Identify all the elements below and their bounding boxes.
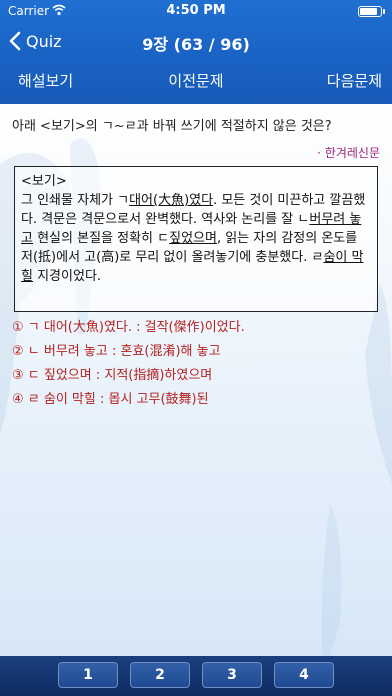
passage-box: <보기> 그 인쇄물 자체가 ㄱ대어(大魚)였다. 모든 것이 미끈하고 깔끔했… (14, 166, 378, 312)
answer-button-4[interactable]: 4 (274, 662, 334, 688)
navigation-bar: Quiz 9장 (63 / 96) (0, 28, 392, 54)
passage-label: <보기> (21, 174, 67, 189)
passage-text-5: 지경이었다. (32, 269, 102, 284)
option-4[interactable]: ④ ㄹ 숨이 막힐 : 몹시 고무(鼓舞)된 (12, 388, 384, 412)
battery-icon (358, 6, 385, 17)
next-question-button[interactable]: 다음문제 (327, 70, 382, 91)
passage-text-1: 그 인쇄물 자체가 ㄱ (21, 193, 130, 208)
answer-button-1[interactable]: 1 (58, 662, 118, 688)
option-2[interactable]: ② ㄴ 버무려 놓고 : 혼효(混淆)해 놓고 (12, 340, 384, 364)
question-text: 아래 <보기>의 ㄱ~ㄹ과 바꿔 쓰기에 적절하지 않은 것은? (12, 119, 332, 134)
answer-button-2[interactable]: 2 (130, 662, 190, 688)
status-bar: Carrier 4:50 PM (0, 0, 392, 22)
question-content: 아래 <보기>의 ㄱ~ㄹ과 바꿔 쓰기에 적절하지 않은 것은? · 한겨레신문… (0, 104, 392, 656)
option-3[interactable]: ③ ㄷ 짚었으며 : 지적(指摘)하였으며 (12, 364, 384, 388)
toolbar: 해설보기 이전문제 다음문제 (0, 68, 392, 96)
question-source: · 한겨레신문 (317, 146, 380, 160)
back-button[interactable]: Quiz (8, 28, 62, 54)
option-1[interactable]: ① ㄱ 대어(大魚)였다. : 걸작(傑作)이었다. (12, 316, 384, 340)
back-label: Quiz (26, 31, 62, 51)
status-time: 4:50 PM (166, 3, 226, 18)
answer-options: ① ㄱ 대어(大魚)였다. : 걸작(傑作)이었다. ② ㄴ 버무려 놓고 : … (12, 316, 384, 412)
chevron-left-icon (9, 31, 21, 51)
passage-text-3: 현실의 본질을 정확히 ㄷ (32, 231, 170, 246)
passage-underline-3: 짚었으며 (169, 231, 217, 246)
passage-underline-1: 대어(大魚)였다 (129, 193, 214, 208)
answer-button-3[interactable]: 3 (202, 662, 262, 688)
top-bar: Carrier 4:50 PM Quiz 9장 (63 / 96) 해설보기 이… (0, 0, 392, 104)
answer-bar: 1 2 3 4 (0, 656, 392, 696)
